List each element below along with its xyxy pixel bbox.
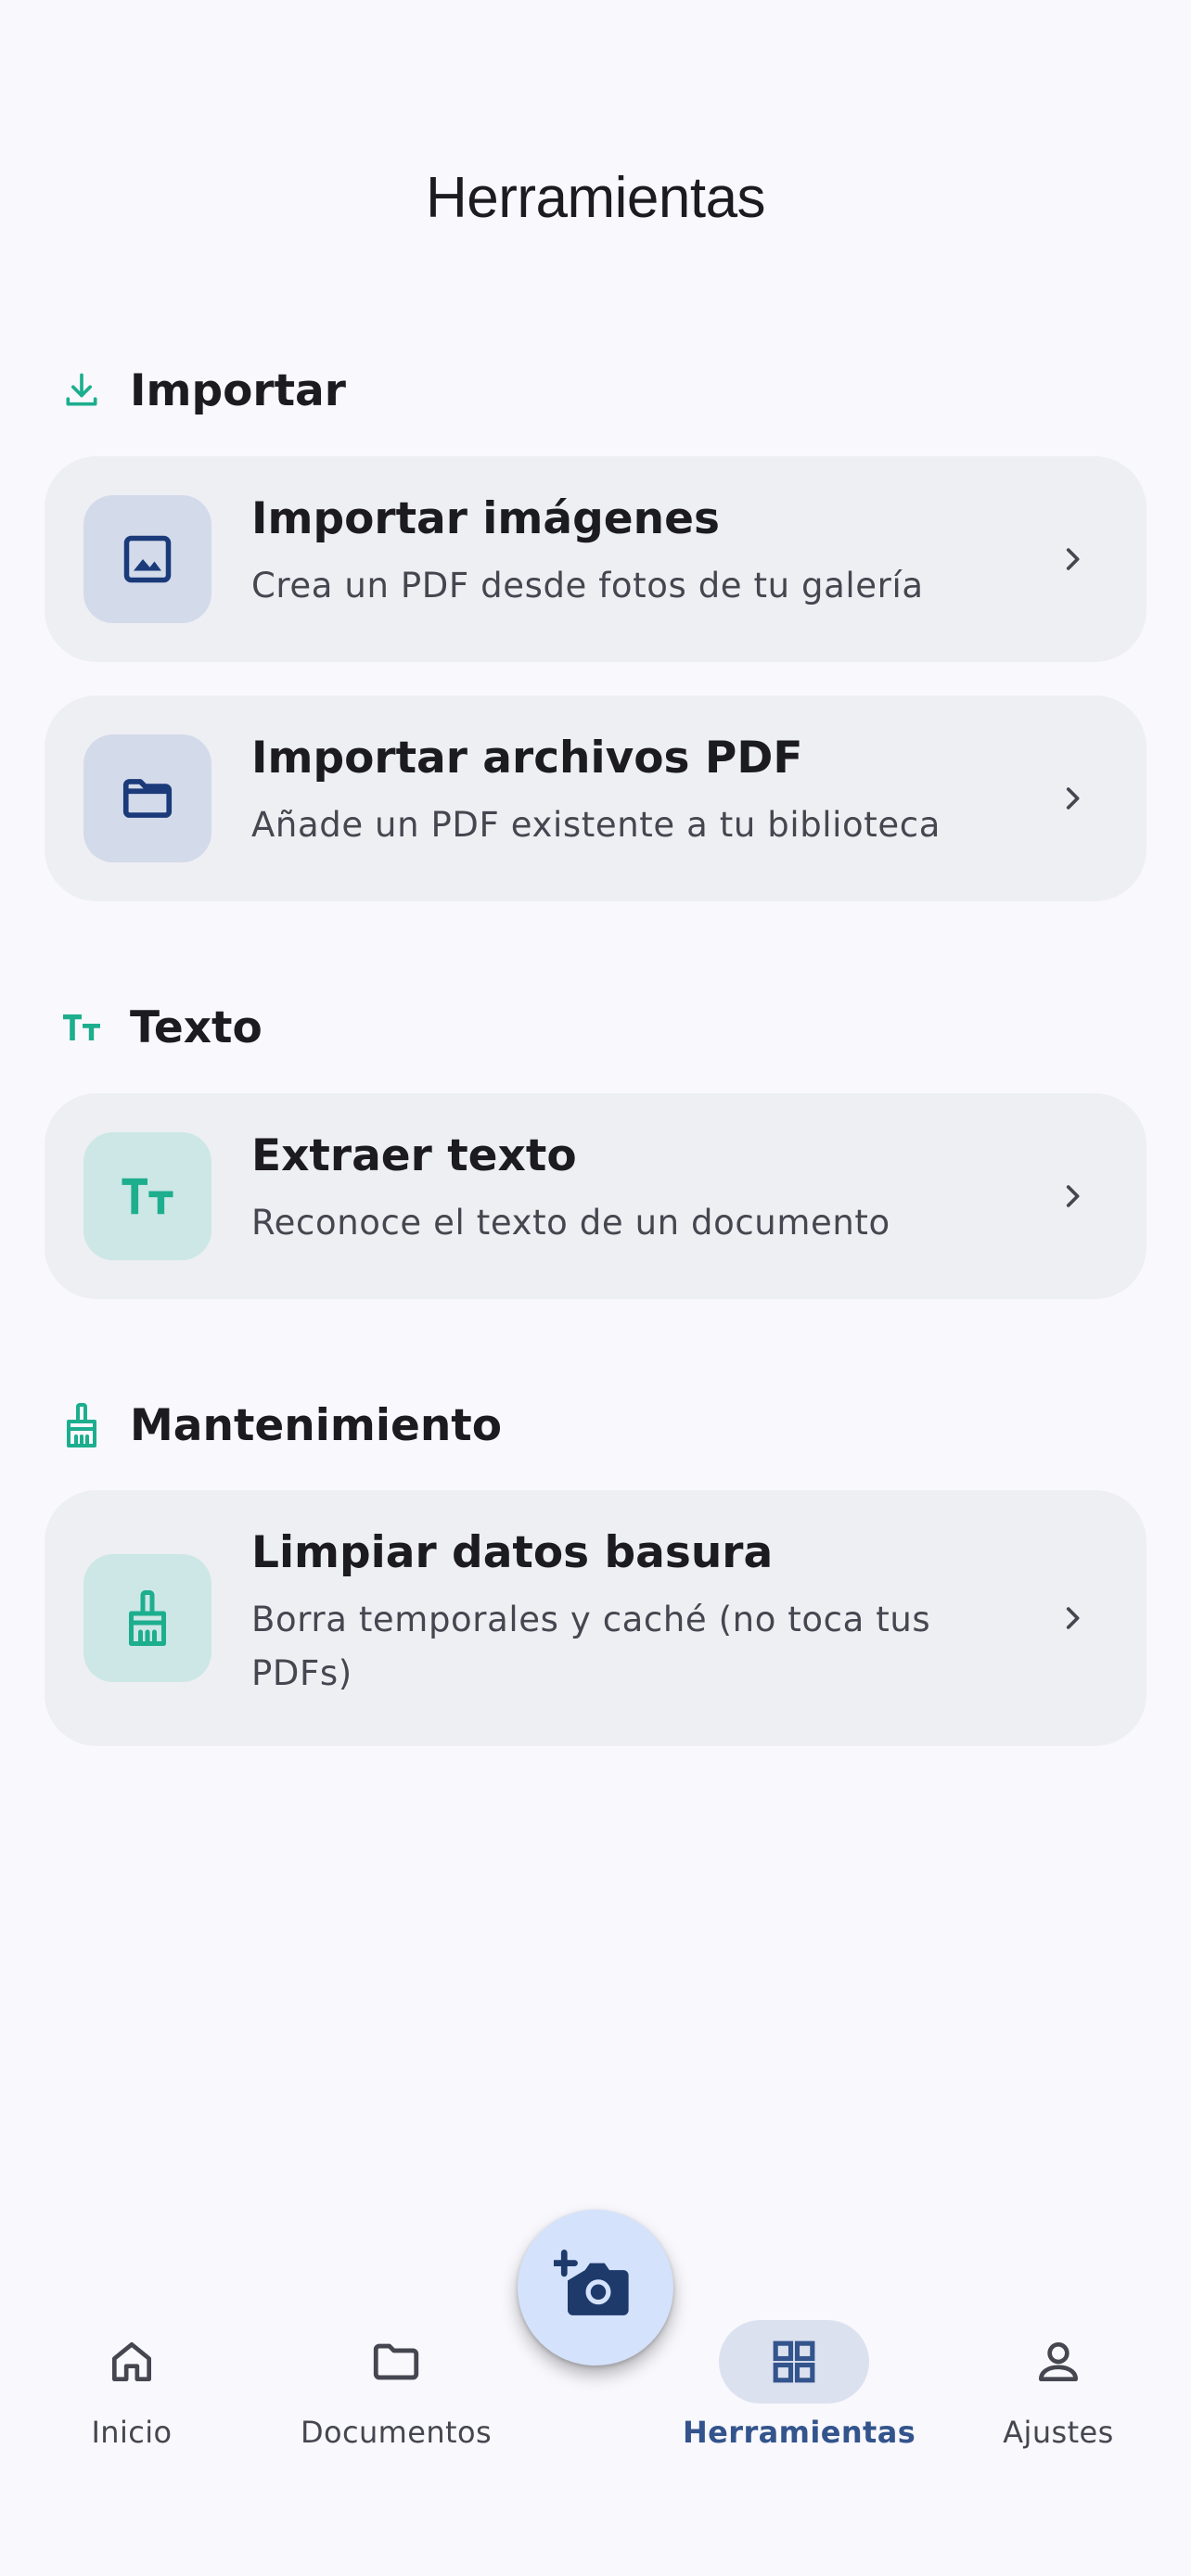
image-icon xyxy=(83,495,211,623)
chevron-right-icon xyxy=(1052,1598,1093,1639)
card-subtitle: Reconoce el texto de un documento xyxy=(251,1203,890,1243)
tools-screen: Herramientas Importar Importar imágenes … xyxy=(0,0,1191,2576)
page-title: Herramientas xyxy=(425,166,766,230)
card-subtitle: Añade un PDF existente a tu biblioteca xyxy=(251,805,941,845)
section-label: Mantenimiento xyxy=(130,1399,503,1451)
card-title: Importar imágenes xyxy=(251,493,720,544)
import-images-card[interactable]: Importar imágenes Crea un PDF desde foto… xyxy=(45,456,1146,662)
folder-icon xyxy=(321,2320,471,2404)
card-title: Limpiar datos basura xyxy=(251,1527,774,1578)
scan-fab-button[interactable] xyxy=(518,2210,673,2366)
card-subtitle: Borra temporales y caché (no toca tus PD… xyxy=(251,1600,931,1693)
section-header-texto: Texto xyxy=(58,998,263,1057)
text-size-icon xyxy=(83,1132,211,1260)
home-icon xyxy=(57,2320,207,2404)
section-label: Importar xyxy=(130,364,346,416)
nav-label: Inicio xyxy=(91,2415,173,2450)
card-title: Extraer texto xyxy=(251,1130,577,1181)
clean-data-card[interactable]: Limpiar datos basura Borra temporales y … xyxy=(45,1490,1146,1746)
nav-label: Herramientas xyxy=(683,2415,916,2450)
section-header-importar: Importar xyxy=(58,361,346,420)
nav-item-ajustes[interactable]: Ajustes xyxy=(947,2207,1170,2450)
add-camera-icon xyxy=(550,2244,637,2331)
nav-label: Documentos xyxy=(300,2415,493,2450)
nav-item-herramientas[interactable]: Herramientas xyxy=(683,2207,916,2450)
section-header-mantenimiento: Mantenimiento xyxy=(58,1396,502,1455)
extract-text-card[interactable]: Extraer texto Reconoce el texto de un do… xyxy=(45,1093,1146,1299)
grid-icon xyxy=(719,2320,869,2404)
nav-item-inicio[interactable]: Inicio xyxy=(20,2207,243,2450)
broom-icon xyxy=(83,1554,211,1682)
card-subtitle: Crea un PDF desde fotos de tu galería xyxy=(251,566,924,606)
import-pdf-card[interactable]: Importar archivos PDF Añade un PDF exist… xyxy=(45,695,1146,901)
nav-label: Ajustes xyxy=(1003,2415,1114,2450)
person-icon xyxy=(983,2320,1133,2404)
chevron-right-icon xyxy=(1052,539,1093,580)
broom-icon xyxy=(58,1401,106,1449)
section-label: Texto xyxy=(130,1001,263,1053)
chevron-right-icon xyxy=(1052,778,1093,819)
chevron-right-icon xyxy=(1052,1176,1093,1217)
text-size-icon xyxy=(58,1003,106,1052)
card-title: Importar archivos PDF xyxy=(251,733,803,784)
download-icon xyxy=(58,366,106,414)
folder-icon xyxy=(83,734,211,862)
nav-item-documentos[interactable]: Documentos xyxy=(285,2207,507,2450)
